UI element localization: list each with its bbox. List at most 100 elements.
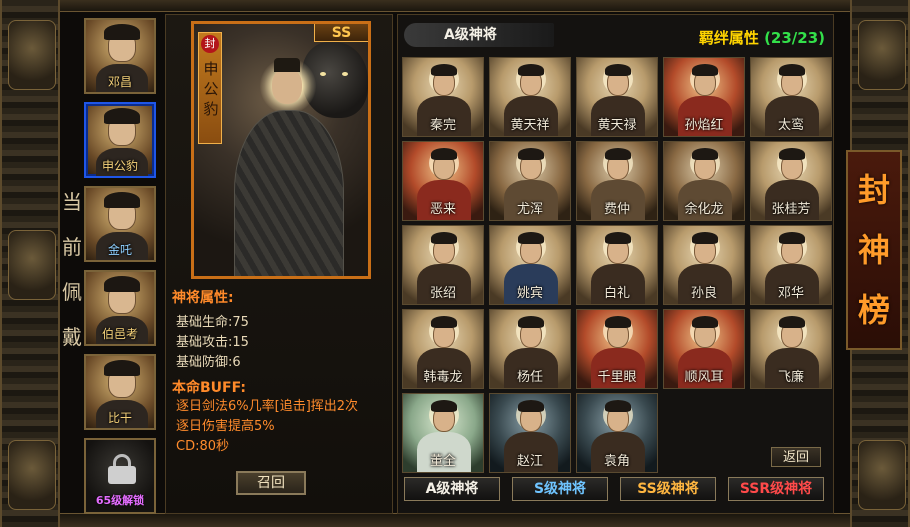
general-name: 赵江	[516, 454, 543, 469]
portrait-hair	[518, 400, 544, 412]
general-card[interactable]: 余化龙	[663, 141, 745, 221]
portrait-hair	[779, 316, 805, 328]
general-name: 杨任	[516, 370, 543, 385]
general-card[interactable]: 千里眼	[576, 309, 658, 389]
general-name: 尤浑	[516, 202, 543, 217]
general-card[interactable]: 费仲	[576, 141, 658, 221]
general-card[interactable]: 孙良	[663, 225, 745, 305]
portrait-hair	[104, 108, 140, 124]
general-name: 张绍	[429, 286, 456, 301]
locked-slot[interactable]: 65级解锁	[84, 438, 156, 514]
stat-hp: 基础生命:75	[176, 315, 249, 330]
bond-value: (23/23)	[764, 29, 825, 47]
general-name: 顺风耳	[684, 370, 724, 385]
slot-name: 金吒	[107, 243, 132, 257]
portrait-hair	[104, 192, 140, 208]
general-card[interactable]: 太鸾	[750, 57, 832, 137]
portrait-hair	[605, 148, 631, 160]
general-name: 余化龙	[684, 202, 724, 217]
general-name: 黄天禄	[597, 118, 637, 133]
portrait-hair	[431, 148, 457, 160]
general-card[interactable]: 恶来	[402, 141, 484, 221]
buff-title: 本命BUFF:	[172, 380, 246, 396]
equipped-column: 邓昌 申公豹 金吒 伯邑考 比干 65级解锁	[80, 14, 162, 514]
portrait-hair	[518, 148, 544, 160]
tier-tab[interactable]: A级神将	[404, 477, 500, 501]
general-card[interactable]: 黄天禄	[576, 57, 658, 137]
pillar-ornament	[8, 20, 56, 90]
portrait-hair	[605, 232, 631, 244]
name-strip: 封 申公豹	[198, 32, 222, 144]
portrait-hair	[104, 276, 140, 292]
portrait-hair	[518, 232, 544, 244]
portrait-hair	[104, 360, 140, 376]
back-button[interactable]: 返回	[771, 447, 821, 467]
general-card[interactable]: 顺风耳	[663, 309, 745, 389]
buff-line: 逐日剑法6%几率[追击]挥出2次	[176, 399, 359, 414]
unlock-level-text: 65级解锁	[95, 494, 145, 507]
card-robe	[234, 110, 344, 276]
portrait-hair	[779, 64, 805, 76]
left-pillar	[0, 0, 60, 527]
tier-tabs: A级神将 S级神将 SS级神将 SSR级神将	[404, 477, 832, 503]
equipped-slot[interactable]: 比干	[84, 354, 156, 430]
bond-attributes[interactable]: 羁绊属性 (23/23)	[699, 27, 825, 48]
pillar-ornament	[858, 440, 906, 510]
portrait-hair	[605, 400, 631, 412]
tier-tab[interactable]: SS级神将	[620, 477, 716, 501]
general-card[interactable]: 黄天祥	[489, 57, 571, 137]
general-name: 飞廉	[777, 370, 804, 385]
attr-title: 神将属性:	[172, 290, 234, 306]
seal-icon: 封	[201, 35, 219, 53]
general-name: 恶来	[429, 202, 456, 217]
slot-name: 邓昌	[107, 75, 132, 89]
equipped-slot[interactable]: 伯邑考	[84, 270, 156, 346]
tier-tab[interactable]: SSR级神将	[728, 477, 824, 501]
bond-label: 羁绊属性	[698, 29, 759, 47]
general-card[interactable]: 张绍	[402, 225, 484, 305]
general-card[interactable]: 白礼	[576, 225, 658, 305]
general-card[interactable]: 尤浑	[489, 141, 571, 221]
pillar-ornament	[858, 20, 906, 90]
stat-defense: 基础防御:6	[176, 355, 241, 370]
general-card[interactable]: 邓华	[750, 225, 832, 305]
tier-tab[interactable]: S级神将	[512, 477, 608, 501]
stats-section: 神将属性: 基础生命:75 基础攻击:15 基础防御:6 本命BUFF: 逐日剑…	[172, 287, 390, 457]
general-name: 袁角	[603, 454, 630, 469]
grade-badge: SS	[314, 24, 368, 42]
equipped-slot[interactable]: 金吒	[84, 186, 156, 262]
fengshen-bang-title: 封 神 榜	[846, 150, 902, 350]
general-card[interactable]: 秦完	[402, 57, 484, 137]
pillar-ornament	[8, 230, 56, 300]
general-card[interactable]: 袁角	[576, 393, 658, 473]
buff-line: CD:80秒	[176, 439, 230, 454]
portrait-hair	[692, 64, 718, 76]
general-card[interactable]: 孙焰红	[663, 57, 745, 137]
general-card[interactable]: 张桂芳	[750, 141, 832, 221]
slot-name: 申公豹	[101, 159, 138, 173]
buff-line: 逐日伤害提高5%	[176, 419, 275, 434]
card-name: 申公豹	[203, 60, 219, 118]
portrait-hair	[104, 24, 140, 40]
general-detail-panel: 封 申公豹 SS 神将属性: 基础生命:75 基础攻击:15 基础防御:6 本命…	[165, 14, 393, 514]
pillar-ornament	[8, 440, 56, 510]
general-card[interactable]: 赵江	[489, 393, 571, 473]
card-head	[272, 68, 302, 104]
portrait-hair	[518, 316, 544, 328]
general-name: 费仲	[603, 202, 630, 217]
general-card: 封 申公豹 SS	[191, 21, 371, 279]
general-name: 孙良	[690, 286, 717, 301]
general-card[interactable]: 韩毒龙	[402, 309, 484, 389]
general-card[interactable]: 飞廉	[750, 309, 832, 389]
equipped-slot[interactable]: 邓昌	[84, 18, 156, 94]
general-card[interactable]: 姚宾	[489, 225, 571, 305]
recall-button[interactable]: 召回	[236, 471, 306, 495]
current-equipped-label: 当 前 佩 戴	[62, 190, 82, 349]
general-card[interactable]: 董全	[402, 393, 484, 473]
top-border	[60, 0, 850, 12]
portrait-hair	[605, 316, 631, 328]
portrait-hair	[431, 64, 457, 76]
equipped-slot-selected[interactable]: 申公豹	[84, 102, 156, 178]
portrait-hair	[779, 148, 805, 160]
general-card[interactable]: 杨任	[489, 309, 571, 389]
